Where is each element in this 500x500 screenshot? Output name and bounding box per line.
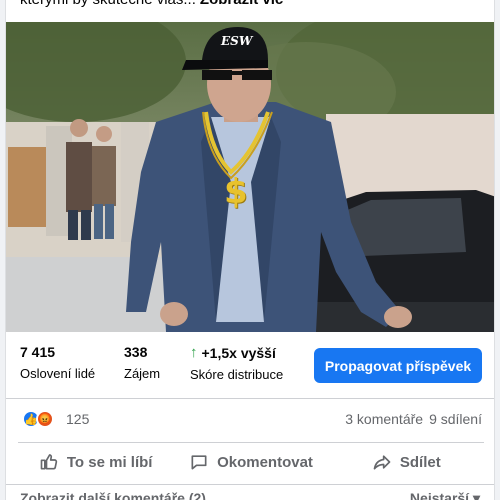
- like-button[interactable]: To se mi líbí: [18, 443, 173, 481]
- post-actions: To se mi líbí Okomentovat Sdílet: [18, 442, 484, 481]
- reactions-bar: 👍 😡 125 3 komentáře 9 sdílení: [6, 398, 494, 442]
- stat-engagement-label: Zájem: [124, 366, 161, 381]
- angry-icon: 😡: [36, 410, 54, 428]
- share-icon: [373, 455, 391, 470]
- comment-sort-label: Nejstarší: [409, 490, 470, 500]
- view-more-comments-link[interactable]: Zobrazit další komentáře (2): [20, 490, 206, 500]
- stat-engagement: 338 Zájem: [124, 344, 160, 381]
- comments-count[interactable]: 3 komentáře: [345, 411, 423, 427]
- cap-logo-text: ESW: [221, 34, 253, 48]
- arrow-up-icon: ↑: [190, 344, 198, 361]
- comment-button-label: Okomentovat: [217, 453, 313, 471]
- stat-reach-label: Oslovení lidé: [20, 366, 96, 381]
- post-photo[interactable]: ESW $: [6, 22, 494, 332]
- stat-distribution: ↑ +1,5x vyšší Skóre distribuce: [190, 344, 283, 382]
- post-card: kterými by skutečně vlas... Zobrazit víc: [5, 0, 495, 500]
- photo-illustration: [6, 22, 494, 332]
- chevron-down-icon: ▾: [472, 490, 480, 500]
- promote-post-button[interactable]: Propagovat příspěvek: [314, 348, 482, 383]
- reaction-icons[interactable]: 👍 😡: [22, 410, 54, 428]
- like-button-label: To se mi líbí: [66, 453, 153, 471]
- stat-distribution-label: Skóre distribuce: [190, 367, 284, 382]
- share-button-label: Sdílet: [399, 453, 441, 471]
- stat-reach: 7 415 Oslovení lidé: [20, 344, 95, 381]
- see-more-link[interactable]: Zobrazit víc: [200, 0, 283, 8]
- stat-distribution-value: +1,5x vyšší: [201, 344, 276, 361]
- stat-engagement-value: 338: [124, 344, 148, 360]
- share-button[interactable]: Sdílet: [329, 443, 484, 481]
- insights-bar: 7 415 Oslovení lidé 338 Zájem ↑ +1,5x vyš…: [6, 332, 494, 399]
- comment-sort-dropdown[interactable]: Nejstarší ▾: [410, 490, 480, 500]
- chain-pendant: $: [224, 172, 248, 212]
- thumbs-up-icon: [40, 454, 58, 470]
- stat-reach-value: 7 415: [20, 344, 56, 360]
- comments-footer: Zobrazit další komentáře (2) Nejstarší ▾: [6, 484, 494, 500]
- shares-count[interactable]: 9 sdílení: [429, 411, 482, 427]
- post-text: kterými by skutečně vlas... Zobrazit víc: [20, 0, 283, 8]
- comment-button[interactable]: Okomentovat: [173, 443, 328, 481]
- post-body: kterými by skutečně vlas...: [20, 0, 196, 8]
- reaction-count[interactable]: 125: [66, 411, 89, 427]
- comment-icon: [191, 455, 207, 470]
